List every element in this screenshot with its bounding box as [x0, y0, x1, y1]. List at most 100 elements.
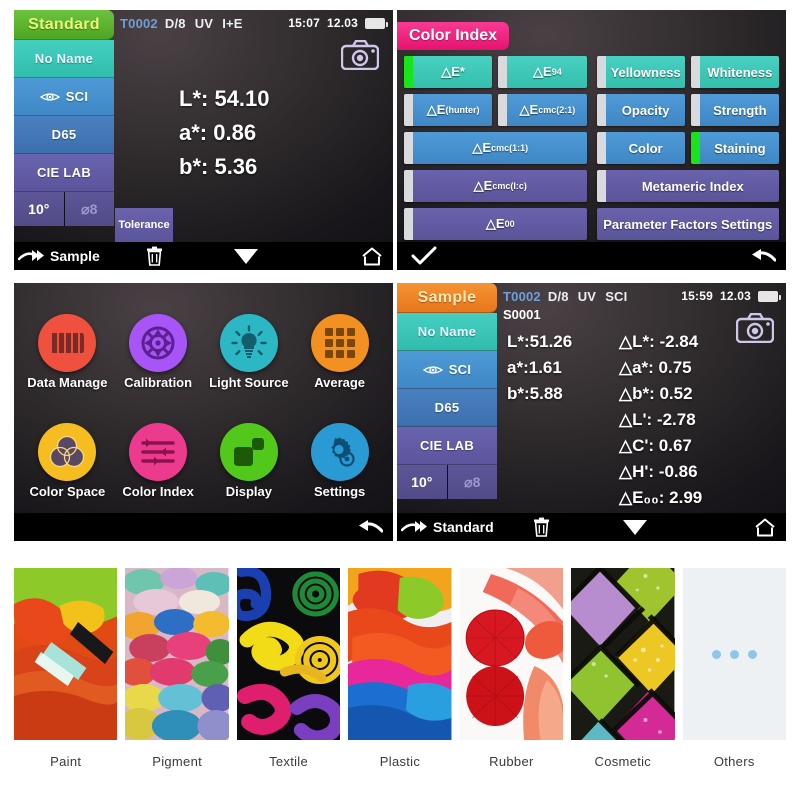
- app-card-plastic[interactable]: Plastic: [348, 568, 452, 783]
- ci-label: △E: [472, 140, 492, 155]
- ci-button-yellowness[interactable]: Yellowness: [596, 56, 685, 88]
- menu-item-display[interactable]: Display: [204, 406, 295, 515]
- application-categories: Paint Pigment Textile Plastic Rubber Cos…: [14, 568, 786, 783]
- sidebar-item-name[interactable]: No Name: [397, 313, 497, 351]
- menu-item-color-space[interactable]: Color Space: [22, 406, 113, 515]
- ci-sub: 94: [551, 67, 562, 77]
- app-card-rubber[interactable]: Rubber: [459, 568, 564, 783]
- ci-button-opacity[interactable]: Opacity: [596, 94, 685, 126]
- readout-line-a: a*:1.61: [507, 355, 572, 381]
- camera-icon[interactable]: [735, 312, 775, 348]
- ci-button-delta-e-cmc-lc[interactable]: △E cmc(l:c): [404, 170, 587, 202]
- ci-button-delta-e-star[interactable]: △E*: [404, 56, 493, 88]
- menu-item-light-source[interactable]: Light Source: [204, 297, 295, 406]
- delta-value-a: 0.75: [658, 358, 692, 377]
- sidebar-item-sci[interactable]: SCI: [397, 351, 497, 389]
- ci-button-delta-e-cmc-2-1[interactable]: △E cmc(2:1): [498, 94, 587, 126]
- selection-indicator: [404, 170, 413, 202]
- ci-row-2: △E (hunter) △E cmc(2:1): [404, 94, 587, 126]
- sidebar-item-name[interactable]: No Name: [14, 40, 114, 78]
- menu-label: Display: [225, 483, 272, 499]
- triangle-down-icon: [623, 519, 648, 535]
- readout-value-b: 5.88: [529, 384, 563, 403]
- average-icon: [310, 313, 369, 372]
- selection-indicator: [596, 56, 606, 88]
- sidebar-item-sci[interactable]: SCI: [14, 78, 114, 116]
- menu-item-average[interactable]: Average: [294, 297, 385, 406]
- menu-item-color-index[interactable]: Color Index: [113, 406, 204, 515]
- ci-button-delta-e-hunter[interactable]: △E (hunter): [404, 94, 493, 126]
- delta-line-Hp: △H': -0.86: [619, 462, 698, 481]
- status-geometry: D/8: [547, 288, 569, 304]
- ci-button-delta-e-cmc-1-1[interactable]: △E cmc(1:1): [404, 132, 587, 164]
- menu-item-calibration[interactable]: Calibration: [113, 297, 204, 406]
- ci-sub: 00: [504, 219, 515, 229]
- status-time: 15:07: [288, 16, 320, 30]
- app-card-paint[interactable]: Paint: [14, 568, 118, 783]
- selection-indicator: [690, 132, 700, 164]
- sidebar-item-illuminant[interactable]: D65: [14, 116, 114, 154]
- delta-line-E00: △E₀₀: 2.99: [619, 488, 703, 507]
- ci-button-whiteness[interactable]: Whiteness: [690, 56, 779, 88]
- nav-delete[interactable]: [495, 513, 589, 541]
- app-card-pigment[interactable]: Pigment: [125, 568, 229, 783]
- ci-row-c: Color Staining: [596, 132, 779, 164]
- nav-to-sample[interactable]: Sample: [14, 242, 109, 270]
- color-index-nav-bar: [397, 242, 786, 270]
- readout-value-b: 5.36: [214, 154, 258, 179]
- sidebar-observer[interactable]: 10°: [397, 465, 447, 499]
- tolerance-button[interactable]: Tolerance: [115, 208, 173, 242]
- sidebar-item-colorspace[interactable]: CIE LAB: [397, 427, 497, 465]
- ci-label: Opacity: [621, 102, 670, 118]
- home-menu-screen: Data Manage Calibration Light Source Ave…: [14, 283, 393, 541]
- nav-back[interactable]: [594, 242, 787, 270]
- dot-3: [747, 649, 757, 659]
- selection-indicator: [404, 208, 413, 240]
- ci-button-color[interactable]: Color: [596, 132, 685, 164]
- plastic-thumbnail: [348, 568, 452, 740]
- menu-label: Light Source: [209, 374, 289, 390]
- tab-color-index[interactable]: Color Index: [397, 22, 510, 50]
- ci-label: Metameric Index: [641, 178, 744, 194]
- menu-item-data-manage[interactable]: Data Manage: [22, 297, 113, 406]
- nav-back[interactable]: [14, 513, 393, 541]
- app-card-textile[interactable]: Textile: [236, 568, 341, 783]
- others-thumbnail: [682, 568, 786, 740]
- ci-button-staining[interactable]: Staining: [690, 132, 779, 164]
- nav-scroll-down[interactable]: [201, 242, 292, 270]
- ci-button-delta-e-94[interactable]: △E 94: [498, 56, 587, 88]
- app-label: Paint: [50, 754, 82, 769]
- nav-home[interactable]: [682, 513, 786, 541]
- ci-button-metameric-index[interactable]: Metameric Index: [596, 170, 779, 202]
- delta-label-L: △L*: [619, 332, 650, 351]
- sidebar-aperture[interactable]: ⌀8: [63, 192, 114, 226]
- selection-indicator: [404, 132, 413, 164]
- ci-button-parameter-factors-settings[interactable]: Parameter Factors Settings: [596, 208, 779, 240]
- sidebar-observer[interactable]: 10°: [14, 192, 64, 226]
- color-index-left-column: △E* △E 94 △E (hunter) △E cmc(2:1) △E cmc…: [404, 56, 587, 240]
- delta-label-Cp: △C': [619, 436, 649, 455]
- menu-label: Color Index: [122, 483, 194, 499]
- camera-icon[interactable]: [340, 39, 380, 75]
- readout-value-a: 1.61: [528, 358, 562, 377]
- readout-label-L: L*: [179, 86, 201, 111]
- ci-button-strength[interactable]: Strength: [690, 94, 779, 126]
- sidebar-item-colorspace[interactable]: CIE LAB: [14, 154, 114, 192]
- nav-delete[interactable]: [109, 242, 200, 270]
- nav-to-standard[interactable]: Standard: [397, 513, 495, 541]
- readout-value-L: 51.26: [529, 332, 573, 351]
- app-card-others[interactable]: Others: [682, 568, 786, 783]
- eye-icon: [422, 364, 443, 376]
- sidebar-aperture[interactable]: ⌀8: [446, 465, 497, 499]
- readout-label-L: L*:: [507, 332, 530, 351]
- nav-scroll-down[interactable]: [589, 513, 683, 541]
- paint-thumbnail: [14, 568, 118, 740]
- menu-label: Calibration: [124, 374, 193, 390]
- delta-value-Lp: -2.78: [656, 410, 696, 429]
- ci-button-delta-e-00[interactable]: △E 00: [404, 208, 587, 240]
- menu-item-settings[interactable]: Settings: [294, 406, 385, 515]
- nav-home[interactable]: [292, 242, 393, 270]
- sidebar-item-illuminant[interactable]: D65: [397, 389, 497, 427]
- nav-confirm[interactable]: [397, 242, 594, 270]
- app-card-cosmetic[interactable]: Cosmetic: [571, 568, 675, 783]
